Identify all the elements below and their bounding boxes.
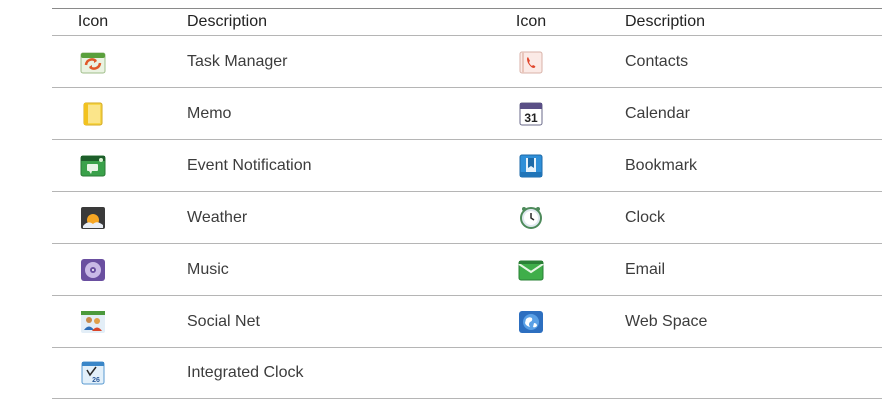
- table-row: Memo 31 Calendar: [52, 87, 882, 139]
- web-space-icon: [518, 310, 544, 334]
- row-label: Weather: [187, 208, 248, 226]
- header-icon-1: Icon: [77, 13, 109, 30]
- row-label: Clock: [625, 208, 666, 226]
- social-net-icon: [80, 310, 106, 334]
- row-label: Email: [625, 260, 666, 278]
- row-label: Web Space: [625, 312, 708, 330]
- row-label: Task Manager: [187, 52, 288, 70]
- bookmark-icon: [518, 154, 544, 178]
- row-label: Memo: [187, 104, 232, 122]
- memo-icon: [80, 102, 106, 126]
- table-row: Social Net Web Space: [52, 295, 882, 347]
- header-icon-2: Icon: [515, 13, 547, 30]
- header-description-1: Description: [187, 13, 268, 30]
- clock-icon: [518, 206, 544, 230]
- task-manager-icon: [80, 50, 106, 74]
- contacts-icon: [518, 50, 544, 74]
- calendar-icon-day: 31: [524, 111, 538, 125]
- event-notification-icon: [80, 154, 106, 178]
- row-label: Bookmark: [625, 156, 698, 174]
- weather-icon: [80, 206, 106, 230]
- calendar-icon: 31: [518, 102, 544, 126]
- table-row: Music Email: [52, 243, 882, 295]
- row-label: Event Notification: [187, 156, 312, 174]
- table-row: Weather Clock: [52, 191, 882, 243]
- row-label: Contacts: [625, 52, 689, 70]
- email-icon: [518, 258, 544, 282]
- integrated-clock-icon-day: 26: [92, 377, 100, 384]
- row-label: Integrated Clock: [187, 364, 304, 381]
- row-label: Social Net: [187, 312, 260, 330]
- table-row: Event Notification Bookmark: [52, 139, 882, 191]
- music-icon: [80, 258, 106, 282]
- table-row: 26 Integrated Clock: [52, 347, 882, 399]
- integrated-clock-icon: 26: [80, 361, 106, 385]
- header-description-2: Description: [625, 13, 706, 30]
- icon-description-table: Icon Description Icon Description Task M…: [52, 8, 882, 399]
- row-label: Calendar: [625, 104, 690, 122]
- row-label: Music: [187, 260, 229, 278]
- table-row: Task Manager Contacts: [52, 35, 882, 87]
- table-header-row: Icon Description Icon Description: [52, 8, 882, 35]
